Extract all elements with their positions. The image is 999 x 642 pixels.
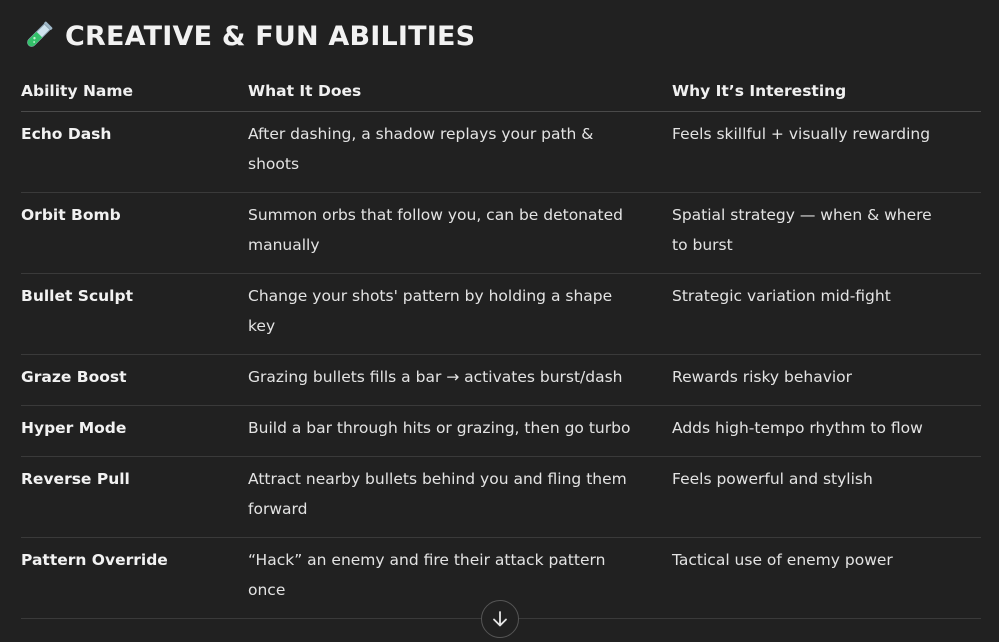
ability-description-cell: Grazing bullets fills a bar → activates … [248, 354, 672, 406]
ability-reason-cell: Feels skillful + visually rewarding [672, 111, 981, 193]
ability-reason-cell: Spatial strategy — when & where to burst [672, 192, 981, 274]
abilities-table: Ability Name What It Does Why It’s Inter… [21, 71, 981, 619]
header-what-it-does: What It Does [248, 71, 672, 112]
ability-name-cell: Hyper Mode [21, 405, 248, 457]
ability-reason-cell: Adds high-tempo rhythm to flow [672, 405, 981, 457]
ability-description-cell: Summon orbs that follow you, can be deto… [248, 192, 672, 274]
arrow-down-icon [493, 611, 507, 627]
table-row: Reverse Pull Attract nearby bullets behi… [21, 456, 981, 538]
table-row: Orbit Bomb Summon orbs that follow you, … [21, 192, 981, 274]
ability-name-cell: Orbit Bomb [21, 192, 248, 274]
ability-name-cell: Reverse Pull [21, 456, 248, 538]
ability-description-cell: Build a bar through hits or grazing, the… [248, 405, 672, 457]
ability-name-cell: Bullet Sculpt [21, 273, 248, 355]
ability-name-cell: Graze Boost [21, 354, 248, 406]
scroll-to-bottom-button[interactable] [481, 600, 519, 638]
chat-message: CREATIVE & FUN ABILITIES Ability Name Wh… [0, 0, 999, 642]
ability-description-cell: After dashing, a shadow replays your pat… [248, 111, 672, 193]
ability-reason-cell: Rewards risky behavior [672, 354, 981, 406]
ability-name-cell: Pattern Override [21, 537, 248, 619]
table-row: Graze Boost Grazing bullets fills a bar … [21, 354, 981, 406]
test-tube-icon [21, 19, 55, 53]
ability-reason-cell: Tactical use of enemy power [672, 537, 981, 619]
ability-reason-cell: Feels powerful and stylish [672, 456, 981, 538]
header-ability-name: Ability Name [21, 71, 248, 112]
section-title: CREATIVE & FUN ABILITIES [65, 20, 476, 52]
ability-description-cell: Change your shots' pattern by holding a … [248, 273, 672, 355]
ability-description-cell: “Hack” an enemy and fire their attack pa… [248, 537, 672, 619]
table-row: Echo Dash After dashing, a shadow replay… [21, 111, 981, 193]
table-header-row: Ability Name What It Does Why It’s Inter… [21, 71, 981, 112]
section-heading: CREATIVE & FUN ABILITIES [21, 16, 475, 56]
ability-reason-cell: Strategic variation mid-fight [672, 273, 981, 355]
table-row: Hyper Mode Build a bar through hits or g… [21, 405, 981, 457]
ability-description-cell: Attract nearby bullets behind you and fl… [248, 456, 672, 538]
header-why-interesting: Why It’s Interesting [672, 71, 981, 112]
ability-name-cell: Echo Dash [21, 111, 248, 193]
table-row: Bullet Sculpt Change your shots' pattern… [21, 273, 981, 355]
